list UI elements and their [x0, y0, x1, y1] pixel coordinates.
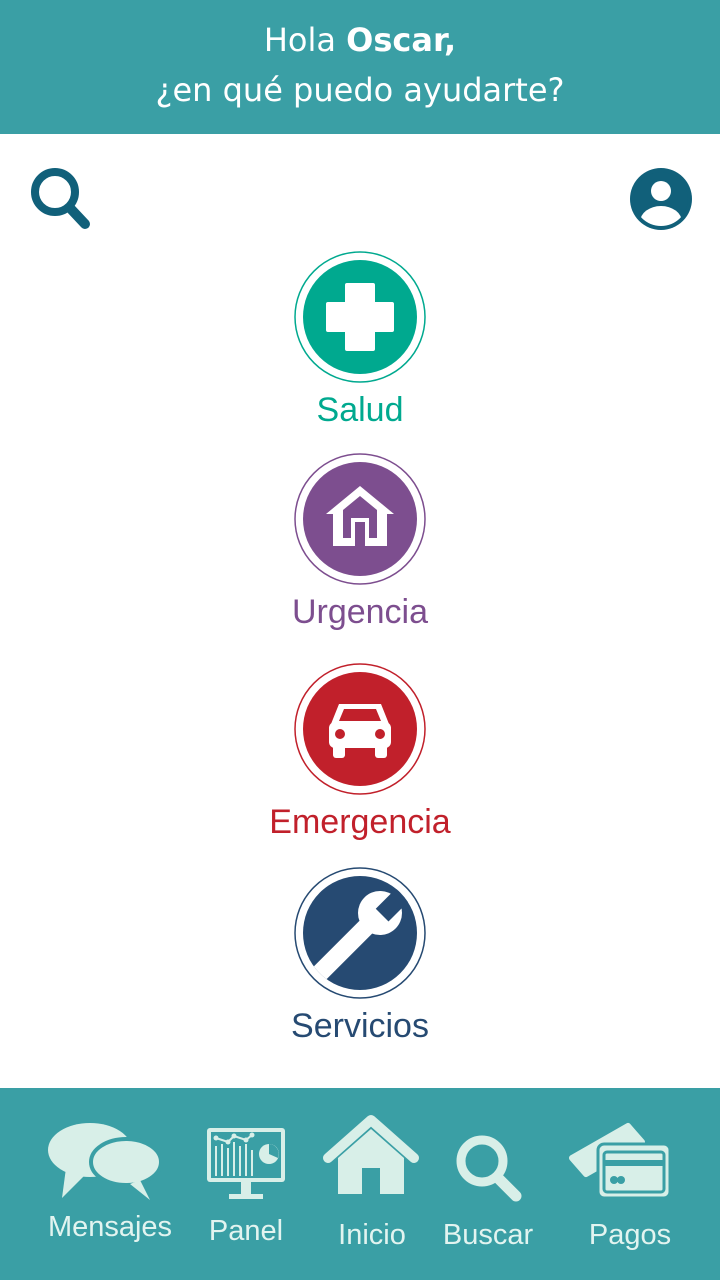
- category-label: Urgencia: [291, 593, 429, 631]
- home-icon: [323, 1115, 419, 1194]
- nav-label: Panel: [208, 1215, 284, 1247]
- nav-item-buscar[interactable]: Buscar: [436, 1088, 540, 1280]
- nav-item-pagos[interactable]: Pagos: [560, 1088, 700, 1280]
- home-icon: [294, 453, 426, 585]
- category-servicios[interactable]: Servicios: [210, 866, 510, 1046]
- dashboard-monitor-icon: [207, 1128, 285, 1199]
- search-icon: [31, 168, 90, 229]
- user-profile-icon: [630, 168, 692, 230]
- header-banner: Hola Oscar, ¿en qué puedo ayudarte?: [0, 0, 720, 134]
- user-name: Oscar,: [346, 21, 457, 59]
- medical-cross-icon: [294, 251, 426, 383]
- nav-item-mensajes[interactable]: Mensajes: [30, 1088, 190, 1280]
- profile-button[interactable]: [628, 164, 694, 234]
- chat-bubbles-icon: [48, 1123, 163, 1200]
- category-salud[interactable]: Salud: [210, 250, 510, 430]
- nav-item-inicio[interactable]: Inicio: [318, 1088, 426, 1280]
- greeting-line: Hola Oscar,: [0, 20, 720, 60]
- category-urgencia[interactable]: Urgencia: [210, 452, 510, 632]
- wrench-icon: [294, 867, 426, 999]
- search-button[interactable]: [26, 164, 92, 234]
- category-emergencia[interactable]: Emergencia: [210, 662, 510, 842]
- nav-label: Mensajes: [47, 1211, 173, 1243]
- category-label: Salud: [316, 391, 404, 429]
- nav-item-panel[interactable]: Panel: [190, 1088, 302, 1280]
- category-label: Servicios: [291, 1007, 429, 1045]
- nav-label: Pagos: [588, 1219, 672, 1251]
- help-question: ¿en qué puedo ayudarte?: [155, 71, 565, 109]
- nav-label: Inicio: [338, 1219, 406, 1251]
- nav-label: Buscar: [442, 1219, 534, 1251]
- category-label: Emergencia: [269, 803, 451, 841]
- search-icon: [456, 1135, 522, 1202]
- credit-card-icon: [569, 1123, 672, 1200]
- bottom-navigation: Mensajes Panel Inicio Buscar Pagos: [0, 1088, 720, 1280]
- car-icon: [294, 663, 426, 795]
- greeting-text: Hola: [263, 21, 336, 59]
